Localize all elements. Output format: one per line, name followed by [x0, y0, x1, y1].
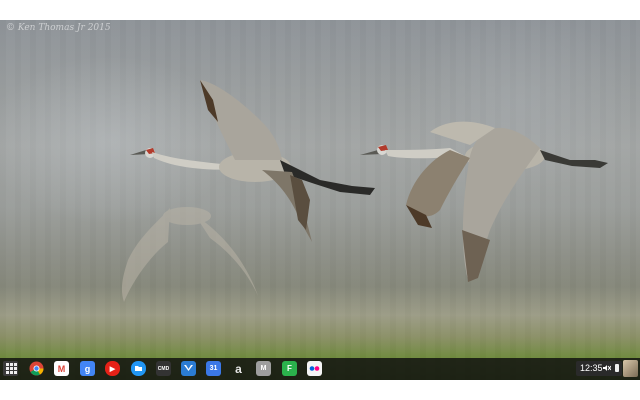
desktop: © Ken Thomas Jr 2015 M g ▶ CMD 31 a M F …: [0, 20, 640, 380]
shelf: M g ▶ CMD 31 a M F 12:35: [0, 358, 640, 380]
bird-icon[interactable]: [181, 361, 196, 376]
cranes-photo: [121, 80, 608, 302]
calendar-icon[interactable]: 31: [206, 361, 221, 376]
terminal-icon[interactable]: CMD: [156, 361, 171, 376]
photo-watermark: © Ken Thomas Jr 2015: [6, 23, 111, 33]
app-launcher-icon[interactable]: [3, 361, 18, 376]
wallpaper: © Ken Thomas Jr 2015: [0, 20, 640, 380]
feedly-icon[interactable]: F: [282, 361, 297, 376]
amazon-icon[interactable]: a: [231, 361, 246, 376]
battery-icon: [615, 364, 619, 372]
files-icon[interactable]: [131, 361, 146, 376]
mail-icon[interactable]: M: [256, 361, 271, 376]
youtube-icon[interactable]: ▶: [105, 361, 120, 376]
avatar-icon[interactable]: [623, 360, 638, 377]
chrome-icon[interactable]: [29, 361, 44, 376]
mute-icon: [603, 365, 611, 371]
clock: 12:35: [580, 363, 603, 373]
status-tray[interactable]: 12:35: [576, 361, 622, 376]
flickr-icon[interactable]: [307, 361, 322, 376]
gmail-icon[interactable]: M: [54, 361, 69, 376]
google-search-icon[interactable]: g: [80, 361, 95, 376]
